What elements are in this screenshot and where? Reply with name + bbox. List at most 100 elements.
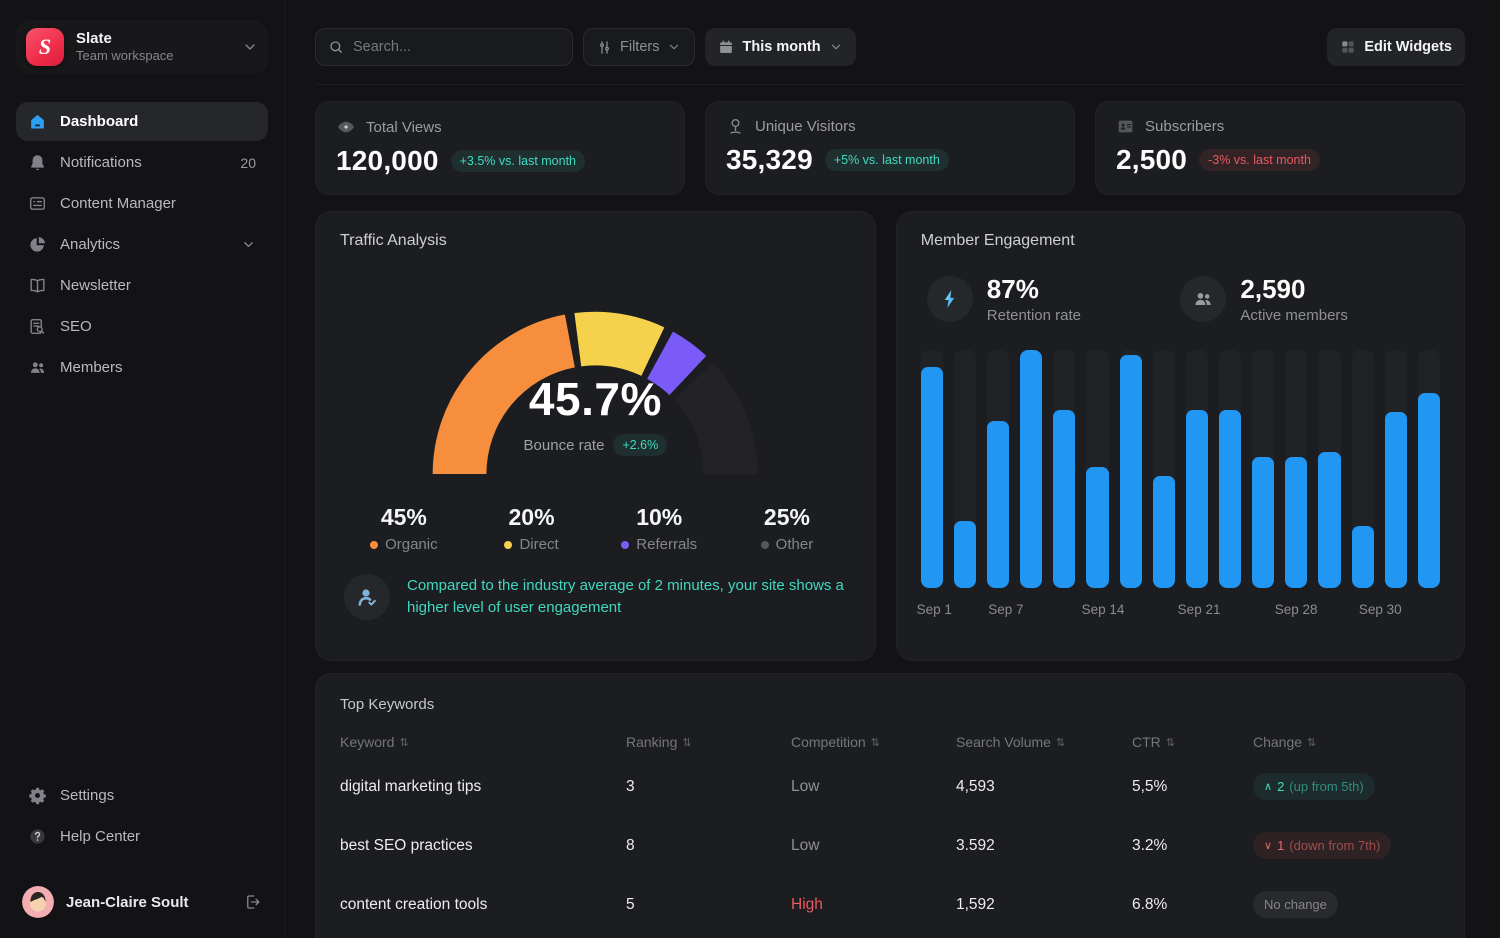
stat-delta-badge: +5% vs. last month: [825, 149, 949, 171]
cell-keyword: content creation tools: [340, 896, 626, 914]
column-header-ctr[interactable]: CTR ⇅: [1132, 734, 1253, 750]
search-icon: [328, 39, 344, 55]
edit-widgets-button[interactable]: Edit Widgets: [1327, 28, 1465, 66]
sidebar-item-content-manager[interactable]: Content Manager: [16, 184, 268, 223]
filters-button[interactable]: Filters: [583, 28, 695, 66]
column-header-label: CTR: [1132, 734, 1161, 750]
legend-dot: [504, 541, 512, 549]
stats-row: Total Views 120,000+3.5% vs. last month Un…: [315, 101, 1465, 195]
stat-delta-badge: +3.5% vs. last month: [451, 150, 585, 172]
table-row: content creation tools5High1,5926.8%No c…: [340, 875, 1440, 934]
help-icon: [28, 827, 47, 846]
sidebar-item-settings[interactable]: Settings: [16, 776, 268, 815]
sort-icon: ⇅: [1166, 737, 1175, 748]
sidebar-item-dashboard[interactable]: Dashboard: [16, 102, 268, 141]
top-bar: Filters This month Edit Widgets: [315, 0, 1465, 85]
bar: [1352, 526, 1374, 588]
column-header-label: Ranking: [626, 734, 677, 750]
bar-track: [1120, 350, 1142, 588]
user-row[interactable]: Jean-Claire Soult: [16, 878, 268, 920]
stat-card-body: 120,000+3.5% vs. last month: [336, 145, 664, 177]
gear-icon: [28, 786, 47, 805]
sidebar-item-seo[interactable]: SEO: [16, 307, 268, 346]
search-input[interactable]: [353, 39, 560, 55]
bar: [954, 521, 976, 588]
users-icon: [1180, 276, 1226, 322]
sort-icon: ⇅: [1307, 737, 1316, 748]
insight-text: Compared to the industry average of 2 mi…: [407, 575, 851, 619]
stat-card-header: Total Views: [336, 117, 664, 137]
sidebar-item-help-center[interactable]: Help Center: [16, 817, 268, 856]
search-box[interactable]: [315, 28, 573, 66]
cell-search-volume: 4,593: [956, 778, 1132, 796]
sidebar-footer-nav: SettingsHelp Center: [16, 776, 268, 856]
table-row: best SEO practices8Low3.5923.2%∨1(down f…: [340, 816, 1440, 875]
engagement-x-axis: Sep 1Sep 7Sep 14Sep 21Sep 28Sep 30: [921, 598, 1440, 624]
workspace-switcher[interactable]: S Slate Team workspace: [16, 20, 268, 74]
column-header-search-volume[interactable]: Search Volume⇅: [956, 734, 1132, 750]
bar: [921, 367, 943, 588]
cell-ctr: 5,5%: [1132, 778, 1253, 796]
cell-change: ∧2(up from 5th): [1253, 773, 1440, 800]
bell-icon: [28, 153, 47, 172]
bounce-rate-delta-badge: +2.6%: [613, 434, 667, 456]
change-note: (down from 7th): [1289, 838, 1380, 853]
change-note: (up from 5th): [1289, 779, 1363, 794]
legend-item-organic: 45%Organic: [340, 504, 468, 554]
sidebar-item-notifications[interactable]: Notifications20: [16, 143, 268, 182]
stat-label: Subscribers: [1145, 118, 1224, 135]
workspace-name: Slate: [76, 30, 230, 49]
column-header-keyword[interactable]: Keyword⇅: [340, 734, 626, 750]
x-axis-label: Sep 30: [1359, 602, 1402, 617]
grid-icon: [1340, 39, 1356, 55]
period-selector[interactable]: This month: [705, 28, 855, 66]
change-badge: ∨1(down from 7th): [1253, 832, 1391, 859]
legend-pct: 25%: [723, 504, 851, 531]
stat-label: Total Views: [366, 119, 442, 136]
stat-card-header: Unique Visitors: [726, 117, 1054, 136]
sidebar-item-label: Newsletter: [60, 277, 256, 294]
bar-track: [1086, 350, 1108, 588]
pie-icon: [28, 235, 47, 254]
sidebar-item-label: SEO: [60, 318, 256, 335]
gauge-segment-direct: [578, 339, 653, 352]
column-header-label: Keyword: [340, 734, 394, 750]
bar-track: [1252, 350, 1274, 588]
cell-ranking: 3: [626, 778, 791, 796]
change-badge: No change: [1253, 891, 1338, 918]
stat-value: 35,329: [726, 144, 813, 176]
legend-text: Other: [776, 536, 814, 553]
chevron-down-icon: [242, 39, 258, 55]
bar: [1418, 393, 1440, 588]
logout-icon[interactable]: [244, 893, 262, 911]
legend-dot: [621, 541, 629, 549]
arrow-down-icon: ∨: [1264, 839, 1272, 852]
cards-row: Traffic Analysis 45.7% Bounce rate +2.6%…: [315, 211, 1465, 661]
cell-ctr: 6.8%: [1132, 896, 1253, 914]
cell-keyword: best SEO practices: [340, 837, 626, 855]
sidebar-item-analytics[interactable]: Analytics: [16, 225, 268, 264]
stat-label: Unique Visitors: [755, 118, 856, 135]
bar: [1285, 457, 1307, 588]
notification-count: 20: [240, 155, 256, 171]
cell-search-volume: 3.592: [956, 837, 1132, 855]
active-members-label: Active members: [1240, 307, 1348, 324]
column-header-ranking[interactable]: Ranking⇅: [626, 734, 791, 750]
chevron-down-icon: [241, 237, 256, 252]
bar: [987, 421, 1009, 588]
bar-track: [1385, 350, 1407, 588]
column-header-change[interactable]: Change⇅: [1253, 734, 1440, 750]
bar-track: [1285, 350, 1307, 588]
members-icon: [28, 358, 47, 377]
legend-item-referrals: 10%Referrals: [595, 504, 723, 554]
sidebar-item-newsletter[interactable]: Newsletter: [16, 266, 268, 305]
x-axis-label: Sep 28: [1275, 602, 1318, 617]
cell-competition: Low: [791, 837, 956, 855]
column-header-competition[interactable]: Competition⇅: [791, 734, 956, 750]
sidebar-item-members[interactable]: Members: [16, 348, 268, 387]
bar: [1153, 476, 1175, 588]
member-engagement-card: Member Engagement 87% Retention rate: [896, 211, 1465, 661]
user-name: Jean-Claire Soult: [66, 894, 232, 911]
bar-track: [1352, 350, 1374, 588]
user-check-icon: [344, 574, 390, 620]
